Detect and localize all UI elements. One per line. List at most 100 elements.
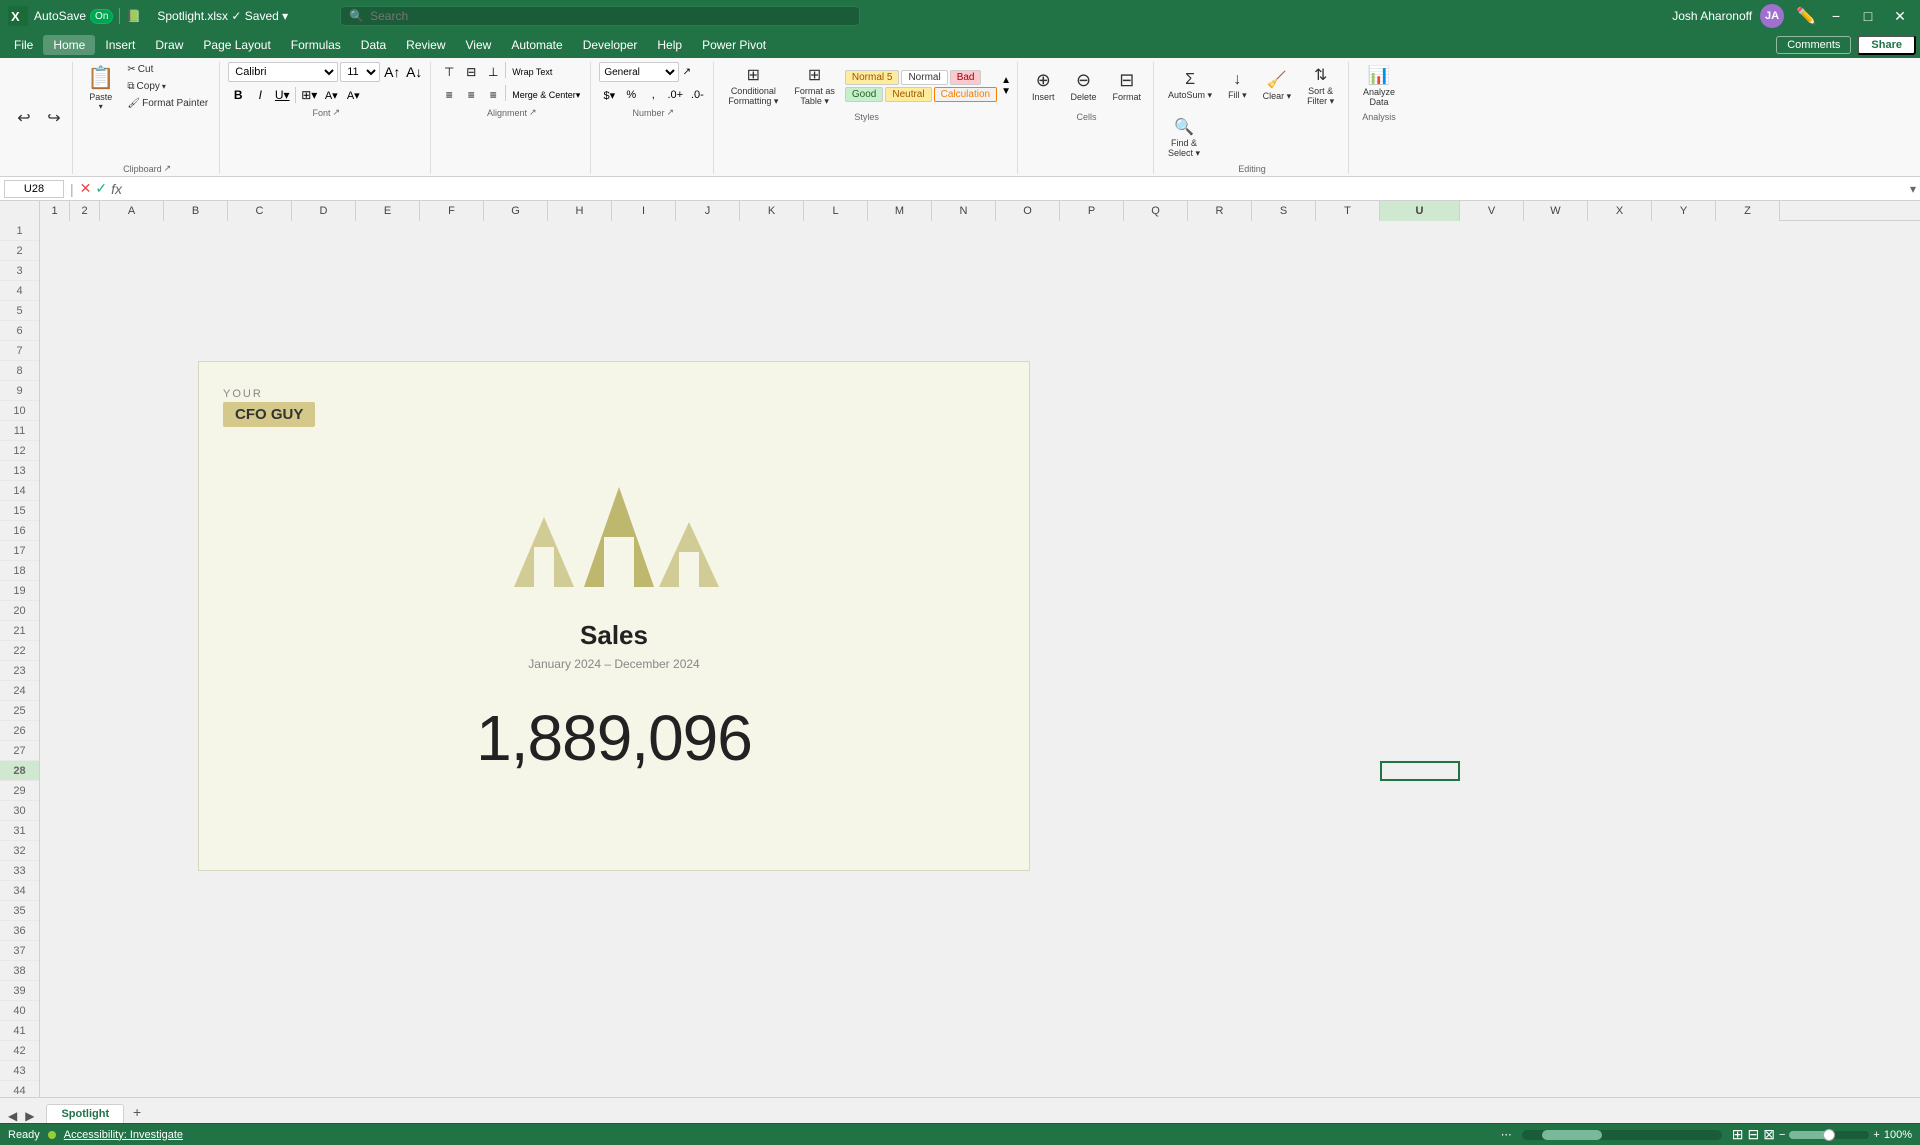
menu-powerpivot[interactable]: Power Pivot [692,35,776,55]
row-num-17[interactable]: 17 [0,541,39,561]
col-header-X[interactable]: X [1588,201,1652,221]
col-header-K[interactable]: K [740,201,804,221]
insert-function-icon[interactable]: fx [111,181,122,197]
paste-button[interactable]: 📋 Paste ▾ [81,62,120,114]
format-painter-button[interactable]: 🖌 Format Painter [122,96,213,111]
row-num-3[interactable]: 3 [0,261,39,281]
col-header-Z[interactable]: Z [1716,201,1780,221]
col-header-2[interactable]: 2 [70,201,100,221]
row-num-31[interactable]: 31 [0,821,39,841]
analyze-data-button[interactable]: 📊 AnalyzeData [1357,62,1401,110]
row-num-14[interactable]: 14 [0,481,39,501]
fill-color-button[interactable]: A▾ [321,85,341,105]
decimal-decrease-button[interactable]: .0- [687,85,707,105]
clipboard-expand-icon[interactable]: ↗ [164,163,172,174]
wrap-text-button[interactable]: Wrap Text [508,62,556,82]
menu-automate[interactable]: Automate [501,35,572,55]
col-header-C[interactable]: C [228,201,292,221]
row-num-44[interactable]: 44 [0,1081,39,1097]
row-num-25[interactable]: 25 [0,701,39,721]
sort-filter-button[interactable]: ⇅ Sort &Filter ▾ [1301,62,1340,110]
col-header-N[interactable]: N [932,201,996,221]
border-button[interactable]: ⊞▾ [299,85,319,105]
row-num-1[interactable]: 1 [0,221,39,241]
col-header-I[interactable]: I [612,201,676,221]
col-header-W[interactable]: W [1524,201,1588,221]
insert-cells-button[interactable]: ⊕ Insert [1026,62,1061,110]
customize-icon[interactable]: ✏️ [1796,6,1816,26]
row-num-6[interactable]: 6 [0,321,39,341]
styles-collapse-btn[interactable]: ▼ [1001,86,1011,97]
currency-button[interactable]: $▾ [599,85,619,105]
style-good[interactable]: Good [845,87,883,102]
italic-button[interactable]: I [250,85,270,105]
search-bar[interactable]: 🔍 [340,6,860,26]
style-normal5[interactable]: Normal 5 [845,70,900,85]
page-layout-view-button[interactable]: ⊟ [1748,1126,1760,1143]
row-num-30[interactable]: 30 [0,801,39,821]
menu-data[interactable]: Data [351,35,396,55]
row-num-27[interactable]: 27 [0,741,39,761]
accessibility-label[interactable]: Accessibility: Investigate [64,1129,183,1141]
font-shrink-button[interactable]: A↓ [404,62,424,82]
align-middle-button[interactable]: ⊟ [461,62,481,82]
add-sheet-button[interactable]: + [126,1101,148,1123]
col-header-L[interactable]: L [804,201,868,221]
row-num-43[interactable]: 43 [0,1061,39,1081]
row-num-7[interactable]: 7 [0,341,39,361]
row-num-39[interactable]: 39 [0,981,39,1001]
row-num-26[interactable]: 26 [0,721,39,741]
col-header-D[interactable]: D [292,201,356,221]
row-num-42[interactable]: 42 [0,1041,39,1061]
style-neutral[interactable]: Neutral [885,87,931,102]
row-num-36[interactable]: 36 [0,921,39,941]
col-header-O[interactable]: O [996,201,1060,221]
menu-insert[interactable]: Insert [95,35,145,55]
row-num-41[interactable]: 41 [0,1021,39,1041]
row-num-22[interactable]: 22 [0,641,39,661]
style-normal[interactable]: Normal [901,70,947,85]
row-num-5[interactable]: 5 [0,301,39,321]
col-header-R[interactable]: R [1188,201,1252,221]
col-header-A[interactable]: A [100,201,164,221]
formula-input[interactable] [126,182,1906,196]
confirm-formula-icon[interactable]: ✓ [95,180,107,197]
font-expand-icon[interactable]: ↗ [332,107,340,118]
menu-review[interactable]: Review [396,35,455,55]
undo-button[interactable]: ↩ [10,103,38,133]
prev-sheet-button[interactable]: ◀ [4,1109,21,1123]
search-input[interactable] [370,9,851,23]
align-center-button[interactable]: ≡ [461,85,481,105]
col-header-F[interactable]: F [420,201,484,221]
col-header-Q[interactable]: Q [1124,201,1188,221]
row-num-19[interactable]: 19 [0,581,39,601]
col-header-T[interactable]: T [1316,201,1380,221]
row-num-21[interactable]: 21 [0,621,39,641]
menu-formulas[interactable]: Formulas [281,35,351,55]
row-num-32[interactable]: 32 [0,841,39,861]
number-format-expand[interactable]: ↗ [683,67,691,78]
menu-help[interactable]: Help [647,35,692,55]
cell-reference-box[interactable]: U28 [4,180,64,198]
col-header-B[interactable]: B [164,201,228,221]
row-num-12[interactable]: 12 [0,441,39,461]
close-button[interactable]: ✕ [1888,4,1912,28]
row-num-13[interactable]: 13 [0,461,39,481]
scroll-bar[interactable] [1522,1130,1722,1140]
find-select-button[interactable]: 🔍 Find &Select ▾ [1162,114,1206,162]
row-num-37[interactable]: 37 [0,941,39,961]
bold-button[interactable]: B [228,85,248,105]
autosum-button[interactable]: Σ AutoSum ▾ [1162,62,1218,110]
underline-button[interactable]: U▾ [272,85,292,105]
menu-draw[interactable]: Draw [145,35,193,55]
styles-expand-btn[interactable]: ▲ [1001,75,1011,86]
font-name-select[interactable]: Calibri [228,62,338,82]
copy-button[interactable]: ⧉ Copy ▾ [122,79,213,94]
row-num-35[interactable]: 35 [0,901,39,921]
col-header-P[interactable]: P [1060,201,1124,221]
align-expand-icon[interactable]: ↗ [529,107,537,118]
number-expand-icon[interactable]: ↗ [667,107,675,118]
col-header-S[interactable]: S [1252,201,1316,221]
format-cells-button[interactable]: ⊟ Format [1107,62,1148,110]
col-header-V[interactable]: V [1460,201,1524,221]
